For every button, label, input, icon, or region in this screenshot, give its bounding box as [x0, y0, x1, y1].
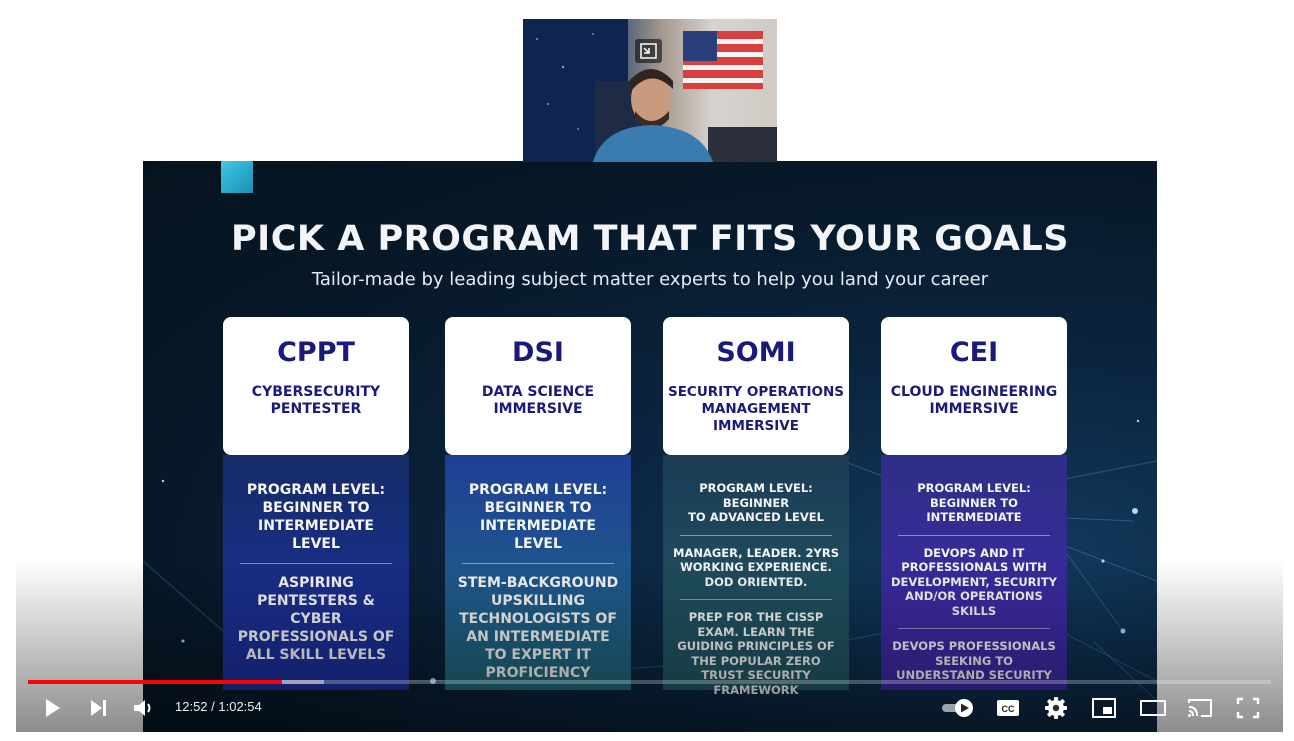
program-audience: ASPIRING PENTESTERS & CYBER PROFESSIONALS … [237, 575, 395, 663]
subtitles-icon: CC [997, 700, 1019, 716]
slide-subtitle: Tailor-made by leading subject matter ex… [311, 269, 989, 290]
slide: PICK A PROGRAM THAT FITS YOUR GOALS Tail… [143, 161, 1157, 732]
cast-button[interactable] [1184, 692, 1216, 724]
program-card-somi: SOMI SECURITY OPERATIONS MANAGEMENT IMMER… [663, 317, 849, 697]
time-display: 12:52 / 1:02:54 [175, 699, 262, 714]
program-card-body: PROGRAM LEVEL: BEGINNER TO ADVANCED LEVEL… [663, 455, 849, 697]
volume-icon [134, 700, 151, 716]
video-player[interactable]: PICK A PROGRAM THAT FITS YOUR GOALS Tail… [16, 0, 1283, 732]
volume-button[interactable] [128, 692, 160, 724]
svg-text:CC: CC [1002, 704, 1015, 714]
program-name: DATA SCIENCE IMMERSIVE [481, 384, 595, 417]
next-button[interactable] [82, 692, 114, 724]
program-name: SECURITY OPERATIONS MANAGEMENT IMMERSIVE [667, 384, 845, 434]
program-card-body: PROGRAM LEVEL: BEGINNER TO INTERMEDIATE LE… [223, 455, 409, 690]
program-code: SOMI [716, 337, 796, 368]
divider [680, 599, 832, 600]
exit-pip-button[interactable] [635, 39, 662, 63]
settings-icon [1045, 697, 1067, 719]
play-button[interactable] [36, 692, 68, 724]
program-audience: DEVOPS AND IT PROFESSIONALS WITH DEVELOPM… [890, 545, 1057, 618]
program-card-cppt: CPPT CYBERSECURITY PENTESTER PROGRAM LEVE… [223, 317, 409, 690]
program-code: CPPT [277, 337, 355, 368]
miniplayer-icon [1092, 698, 1116, 718]
divider [240, 563, 392, 564]
program-level: PROGRAM LEVEL: BEGINNER TO ADVANCED LEVEL [688, 481, 824, 524]
divider [898, 534, 1050, 536]
divider [462, 563, 614, 564]
program-card-cei: CEI CLOUD ENGINEERING IMMERSIVE PROGRAM L… [881, 317, 1067, 690]
autoplay-toggle-icon [942, 699, 973, 717]
program-code: CEI [949, 337, 999, 368]
accent-square [221, 161, 253, 193]
program-card-header: CPPT CYBERSECURITY PENTESTER [223, 317, 409, 455]
progress-played [28, 680, 282, 684]
program-audience: STEM-BACKGROUND UPSKILLING TECHNOLOGISTS … [457, 575, 619, 681]
program-code: DSI [512, 337, 564, 368]
program-audience: MANAGER, LEADER. 2YRS WORKING EXPERIENCE.… [673, 545, 839, 589]
fullscreen-button[interactable] [1232, 692, 1264, 724]
program-card-header: SOMI SECURITY OPERATIONS MANAGEMENT IMMER… [663, 317, 849, 455]
program-name: CLOUD ENGINEERING IMMERSIVE [890, 384, 1058, 417]
play-icon [46, 699, 60, 717]
program-card-dsi: DSI DATA SCIENCE IMMERSIVE PROGRAM LEVEL:… [445, 317, 631, 690]
program-level: PROGRAM LEVEL: BEGINNER TO INTERMEDIATE LE… [246, 482, 386, 552]
program-name: CYBERSECURITY PENTESTER [251, 384, 381, 417]
program-card-body: PROGRAM LEVEL: BEGINNER TO INTERMEDIATE D… [881, 455, 1067, 690]
next-icon [91, 700, 106, 716]
program-level: PROGRAM LEVEL: BEGINNER TO INTERMEDIATE LE… [468, 482, 608, 552]
program-level: PROGRAM LEVEL: BEGINNER TO INTERMEDIATE [917, 481, 1031, 524]
exit-pip-icon [640, 43, 657, 59]
slide-title: PICK A PROGRAM THAT FITS YOUR GOALS [231, 219, 1069, 259]
theater-mode-button[interactable] [1136, 692, 1170, 724]
autoplay-toggle[interactable] [938, 692, 978, 724]
fullscreen-icon [1236, 697, 1260, 719]
program-card-body: PROGRAM LEVEL: BEGINNER TO INTERMEDIATE LE… [445, 455, 631, 690]
divider [680, 534, 832, 536]
miniplayer-button[interactable] [1088, 692, 1120, 724]
cast-icon [1188, 699, 1212, 717]
progress-bar[interactable] [28, 680, 1271, 684]
program-description: DEVOPS PROFESSIONALS SEEKING TO UNDERSTAN… [892, 639, 1056, 682]
subtitles-button[interactable]: CC [992, 692, 1024, 724]
program-card-header: DSI DATA SCIENCE IMMERSIVE [445, 317, 631, 455]
theater-mode-icon [1140, 700, 1166, 716]
divider [898, 628, 1050, 629]
program-card-header: CEI CLOUD ENGINEERING IMMERSIVE [881, 317, 1067, 455]
settings-button[interactable] [1040, 692, 1072, 724]
